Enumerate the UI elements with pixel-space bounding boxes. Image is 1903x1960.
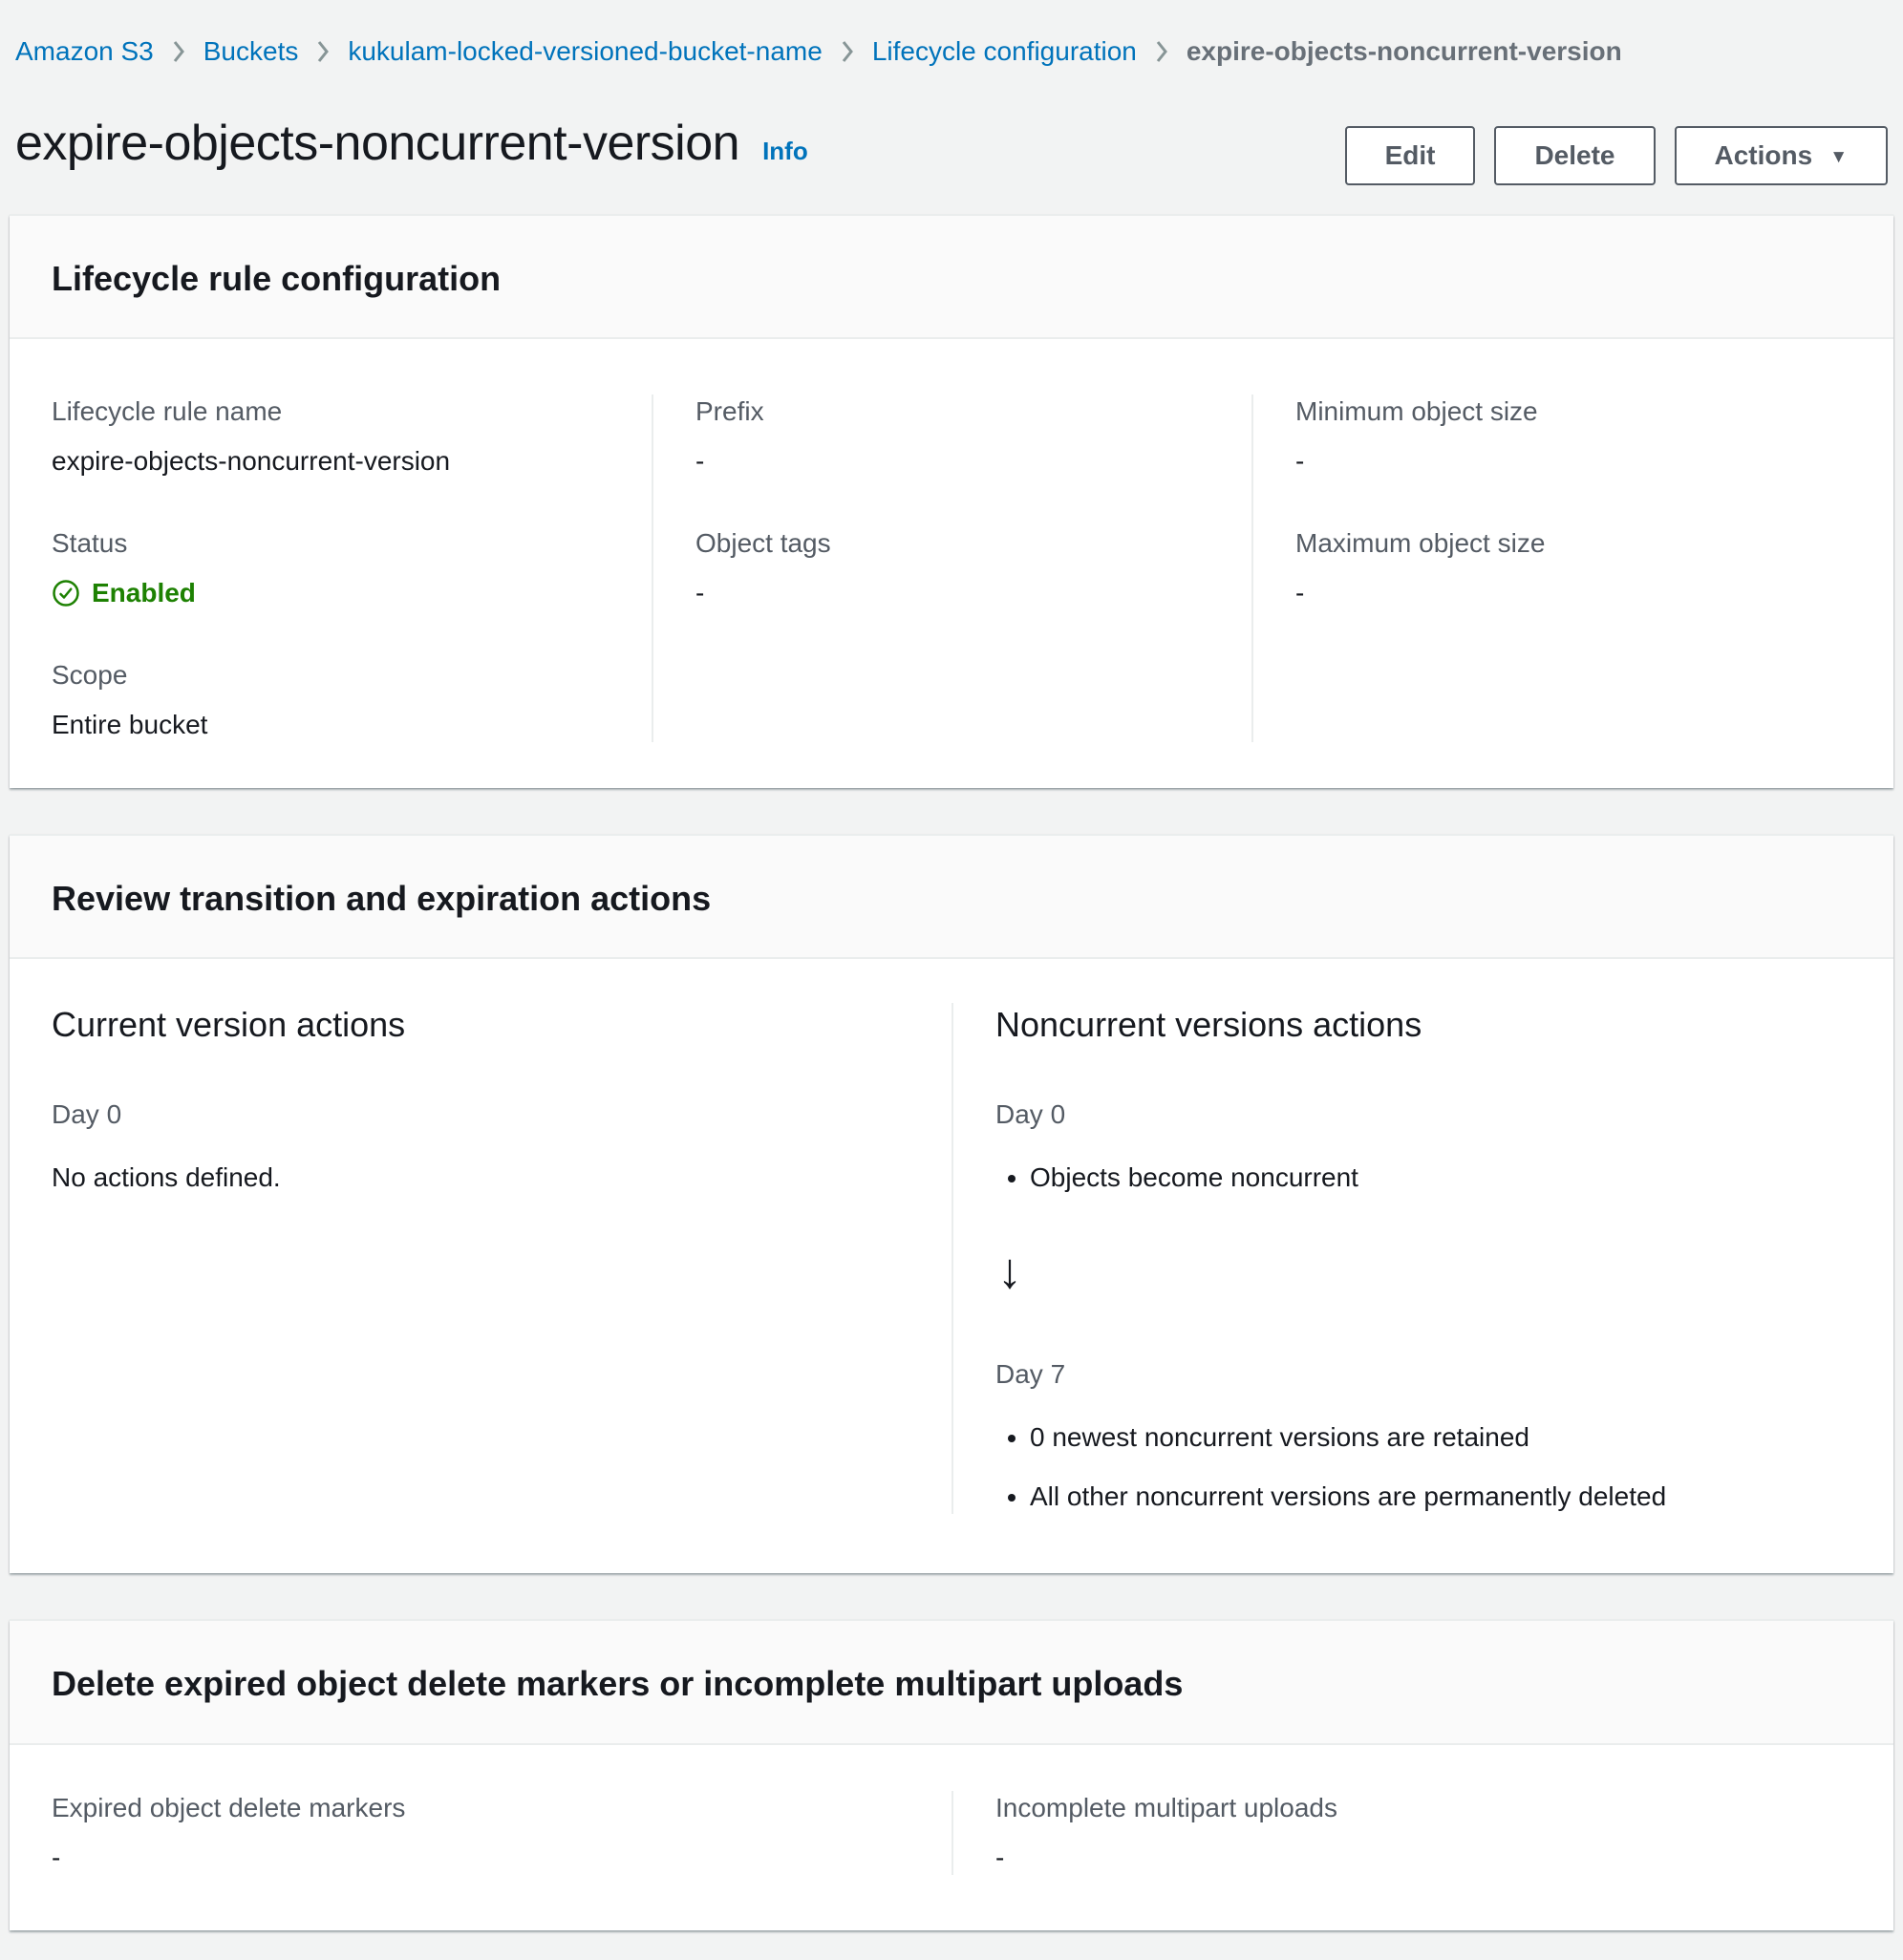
breadcrumb-buckets[interactable]: Buckets [203, 34, 299, 69]
field-value: expire-objects-noncurrent-version [52, 444, 609, 479]
chevron-right-icon [315, 39, 331, 64]
field-label: Status [52, 526, 609, 561]
field-value: Entire bucket [52, 708, 609, 742]
card-body: Expired object delete markers - Incomple… [10, 1745, 1893, 1930]
current-version-actions-heading: Current version actions [52, 1003, 909, 1046]
chevron-right-icon [1154, 39, 1169, 64]
list-item: 0 newest noncurrent versions are retaine… [1030, 1420, 1809, 1455]
field-value: - [995, 1841, 1809, 1875]
field-label: Expired object delete markers [52, 1791, 909, 1825]
delete-button[interactable]: Delete [1494, 126, 1655, 185]
caret-down-icon: ▼ [1829, 148, 1848, 166]
status-text: Enabled [92, 576, 196, 610]
page: Amazon S3 Buckets kukulam-locked-version… [0, 0, 1903, 1944]
card-title: Delete expired object delete markers or … [52, 1663, 1851, 1704]
card-header: Delete expired object delete markers or … [10, 1621, 1893, 1744]
delete-markers-card: Delete expired object delete markers or … [10, 1619, 1893, 1929]
edit-button[interactable]: Edit [1345, 126, 1476, 185]
day-0-label: Day 0 [52, 1097, 909, 1132]
field-label: Lifecycle rule name [52, 394, 609, 429]
field-incomplete-multipart-uploads: Incomplete multipart uploads - [995, 1791, 1809, 1875]
list-item: All other noncurrent versions are perman… [1030, 1480, 1809, 1514]
chevron-right-icon [840, 39, 855, 64]
field-object-tags: Object tags - [695, 526, 1209, 610]
edit-button-label: Edit [1385, 142, 1436, 169]
card-header: Lifecycle rule configuration [10, 216, 1893, 339]
actions-dropdown-button[interactable]: Actions ▼ [1675, 126, 1889, 185]
page-title: expire-objects-noncurrent-version [15, 115, 739, 173]
field-value: - [695, 444, 1209, 479]
field-prefix: Prefix - [695, 394, 1209, 479]
title-wrap: expire-objects-noncurrent-version Info [15, 115, 808, 173]
delete-button-label: Delete [1534, 142, 1614, 169]
card-title: Review transition and expiration actions [52, 878, 1851, 919]
expired-delete-markers-panel: Expired object delete markers - [52, 1791, 952, 1875]
page-header: expire-objects-noncurrent-version Info E… [15, 115, 1888, 185]
card-body: Current version actions Day 0 No actions… [10, 959, 1893, 1573]
field-value: - [695, 576, 1209, 610]
field-min-object-size: Minimum object size - [1295, 394, 1809, 479]
field-value: - [1295, 444, 1809, 479]
card-header: Review transition and expiration actions [10, 836, 1893, 959]
field-rule-name: Lifecycle rule name expire-objects-noncu… [52, 394, 609, 479]
column-rule-identity: Lifecycle rule name expire-objects-noncu… [52, 394, 652, 742]
day-7-label: Day 7 [995, 1357, 1809, 1392]
noncurrent-versions-actions-heading: Noncurrent versions actions [995, 1003, 1809, 1046]
day-0-label: Day 0 [995, 1097, 1809, 1132]
field-label: Prefix [695, 394, 1209, 429]
breadcrumb-amazon-s3[interactable]: Amazon S3 [15, 34, 154, 69]
breadcrumb: Amazon S3 Buckets kukulam-locked-version… [15, 34, 1888, 69]
card-title: Lifecycle rule configuration [52, 258, 1851, 299]
list-item: Objects become noncurrent [1030, 1161, 1809, 1195]
field-scope: Scope Entire bucket [52, 658, 609, 742]
field-label: Object tags [695, 526, 1209, 561]
field-value: - [1295, 576, 1809, 610]
field-label: Scope [52, 658, 609, 692]
day-0-actions-list: Objects become noncurrent [995, 1161, 1809, 1195]
field-label: Incomplete multipart uploads [995, 1791, 1809, 1825]
chevron-right-icon [171, 39, 186, 64]
breadcrumb-bucket-name[interactable]: kukulam-locked-versioned-bucket-name [348, 34, 822, 69]
breadcrumb-current-rule: expire-objects-noncurrent-version [1187, 34, 1622, 69]
lifecycle-rule-configuration-card: Lifecycle rule configuration Lifecycle r… [10, 214, 1893, 788]
field-label: Maximum object size [1295, 526, 1809, 561]
current-version-actions-panel: Current version actions Day 0 No actions… [52, 1003, 952, 1514]
noncurrent-versions-actions-panel: Noncurrent versions actions Day 0 Object… [952, 1003, 1851, 1514]
incomplete-multipart-uploads-panel: Incomplete multipart uploads - [952, 1791, 1851, 1875]
card-body: Lifecycle rule name expire-objects-noncu… [10, 339, 1893, 788]
field-max-object-size: Maximum object size - [1295, 526, 1809, 610]
actions-button-label: Actions [1715, 142, 1813, 169]
check-circle-icon [52, 579, 80, 607]
field-value: - [52, 1841, 909, 1875]
field-expired-delete-markers: Expired object delete markers - [52, 1791, 909, 1875]
field-label: Minimum object size [1295, 394, 1809, 429]
no-actions-text: No actions defined. [52, 1161, 909, 1195]
status-badge: Enabled [52, 576, 609, 610]
field-status: Status Enabled [52, 526, 609, 610]
column-rule-filters: Prefix - Object tags - [652, 394, 1251, 742]
breadcrumb-lifecycle-configuration[interactable]: Lifecycle configuration [872, 34, 1137, 69]
header-actions: Edit Delete Actions ▼ [1345, 115, 1888, 185]
day-7-actions-list: 0 newest noncurrent versions are retaine… [995, 1420, 1809, 1514]
review-actions-card: Review transition and expiration actions… [10, 834, 1893, 1573]
info-link[interactable]: Info [762, 137, 808, 166]
arrow-down-icon: ↓ [997, 1246, 1809, 1296]
column-rule-sizes: Minimum object size - Maximum object siz… [1251, 394, 1851, 742]
